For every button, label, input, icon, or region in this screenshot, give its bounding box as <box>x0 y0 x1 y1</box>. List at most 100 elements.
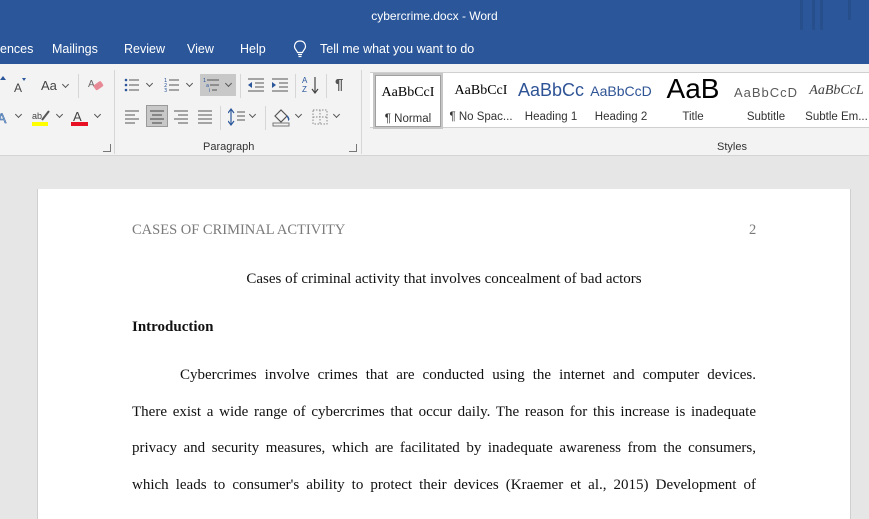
title-decoration <box>812 0 815 30</box>
divider <box>295 74 296 98</box>
align-right-icon[interactable] <box>173 110 189 124</box>
justify-icon[interactable] <box>197 110 213 124</box>
svg-text:A: A <box>0 110 7 126</box>
divider <box>265 106 266 130</box>
multilevel-list-button[interactable]: 1 a i <box>200 74 236 96</box>
chevron-down-icon[interactable] <box>55 110 64 119</box>
title-decoration <box>820 0 823 30</box>
document-canvas: CASES OF CRIMINAL ACTIVITY 2 Cases of cr… <box>0 157 869 519</box>
align-center-icon <box>150 110 164 124</box>
chevron-down-icon <box>224 79 233 88</box>
style-sample: AaBbCc <box>518 80 584 100</box>
svg-text:A: A <box>302 76 308 85</box>
running-head: CASES OF CRIMINAL ACTIVITY <box>132 222 346 238</box>
tab-view[interactable]: View <box>187 42 214 56</box>
divider <box>220 106 221 130</box>
svg-text:3: 3 <box>164 88 167 93</box>
document-page[interactable]: CASES OF CRIMINAL ACTIVITY 2 Cases of cr… <box>37 189 851 519</box>
font-size-down-icon[interactable]: A <box>12 76 28 94</box>
svg-text:ab: ab <box>32 111 42 121</box>
style-sample: AaBbCcI <box>381 85 435 100</box>
document-title: Cases of criminal activity that involves… <box>246 271 642 287</box>
ribbon-tabs: ences Mailings Review View Help Tell me … <box>0 34 869 64</box>
window-title: cybercrime.docx - Word <box>371 9 498 23</box>
show-hide-icon[interactable]: ¶ <box>335 76 343 93</box>
style-name: ¶ No Spac... <box>449 111 513 123</box>
style-subtle-emphasis[interactable]: AaBbCcL Subtle Em... <box>804 73 869 129</box>
sort-icon[interactable]: A Z <box>302 75 320 95</box>
style-sample: AaBbCcL <box>809 83 864 98</box>
chevron-down-icon[interactable] <box>248 110 257 119</box>
tell-me-search[interactable]: Tell me what you want to do <box>320 42 474 56</box>
tab-review[interactable]: Review <box>124 42 165 56</box>
chevron-down-icon[interactable] <box>145 79 154 88</box>
chevron-down-icon[interactable] <box>185 79 194 88</box>
style-title[interactable]: AaB Title <box>660 73 726 129</box>
divider <box>326 74 327 98</box>
styles-group-label: Styles <box>717 141 747 153</box>
svg-text:A: A <box>73 109 82 124</box>
style-no-spacing[interactable]: AaBbCcI ¶ No Spac... <box>446 73 516 129</box>
style-sample: AaBbCcI <box>454 83 508 98</box>
align-center-button[interactable] <box>146 105 168 127</box>
chevron-down-icon[interactable] <box>332 110 341 119</box>
body-line: which leads to consumer's ability to pro… <box>132 477 756 493</box>
style-name: Subtle Em... <box>805 111 868 123</box>
title-decoration <box>800 0 803 30</box>
style-name: ¶ Normal <box>384 113 432 125</box>
svg-text:Z: Z <box>302 85 307 94</box>
style-sample: AaBbCcD <box>733 85 799 100</box>
divider <box>78 74 79 98</box>
chevron-down-icon[interactable] <box>93 110 102 119</box>
body-line: There exist a wide range of cybercrimes … <box>132 404 756 420</box>
body-line: Cybercrimes involve crimes that are cond… <box>180 367 756 383</box>
style-heading-1[interactable]: AaBbCc Heading 1 <box>518 73 584 129</box>
styles-gallery: AaBbCcI ¶ Normal AaBbCcI ¶ No Spac... Aa… <box>370 72 869 129</box>
numbering-icon[interactable]: 1 2 3 <box>164 77 180 93</box>
paragraph-dialog-launcher-icon[interactable] <box>349 144 357 152</box>
increase-indent-icon[interactable] <box>271 77 289 93</box>
body-line: privacy and security measures, which are… <box>132 440 756 456</box>
line-spacing-icon[interactable] <box>228 108 246 126</box>
bullets-icon[interactable] <box>124 77 140 93</box>
shading-icon[interactable] <box>272 107 292 127</box>
font-dialog-launcher-icon[interactable] <box>103 144 111 152</box>
svg-text:i: i <box>209 88 210 93</box>
text-effects-icon[interactable]: A <box>0 108 12 126</box>
style-name: Subtitle <box>746 111 786 123</box>
title-decoration <box>848 0 851 20</box>
decrease-indent-icon[interactable] <box>247 77 265 93</box>
paragraph-group-label: Paragraph <box>203 141 255 153</box>
style-subtitle[interactable]: AaBbCcD Subtitle <box>732 73 800 129</box>
font-color-icon[interactable]: A <box>71 108 89 128</box>
highlight-color-icon[interactable]: ab <box>32 108 52 128</box>
align-left-icon[interactable] <box>124 110 140 124</box>
chevron-down-icon[interactable] <box>294 110 303 119</box>
section-heading: Introduction <box>132 319 214 335</box>
chevron-down-icon[interactable] <box>61 80 70 89</box>
ribbon: A Aa A A ab A 1 2 3 1 a i A Z ¶ Paragrap… <box>0 64 869 156</box>
style-sample: AaB <box>666 73 720 104</box>
clear-formatting-icon[interactable]: A <box>87 76 105 94</box>
tab-help[interactable]: Help <box>240 42 266 56</box>
font-size-up-icon[interactable] <box>0 76 8 92</box>
style-name: Title <box>682 111 704 123</box>
borders-icon[interactable] <box>312 109 328 125</box>
page-number: 2 <box>749 222 757 238</box>
style-normal[interactable]: AaBbCcI ¶ Normal <box>373 73 443 129</box>
svg-text:A: A <box>88 79 95 90</box>
multilevel-list-icon: 1 a i <box>203 78 219 93</box>
chevron-down-icon[interactable] <box>14 110 23 119</box>
divider <box>240 74 241 98</box>
svg-text:A: A <box>14 81 22 94</box>
style-name: Heading 1 <box>524 111 578 123</box>
lightbulb-icon <box>293 40 307 58</box>
tab-references[interactable]: ences <box>0 42 33 56</box>
style-name: Heading 2 <box>594 111 648 123</box>
style-sample: AaBbCcD <box>590 83 652 99</box>
style-heading-2[interactable]: AaBbCcD Heading 2 <box>588 73 654 129</box>
change-case-icon[interactable]: Aa <box>41 78 57 93</box>
tab-mailings[interactable]: Mailings <box>52 42 98 56</box>
group-divider <box>361 70 362 154</box>
group-divider <box>114 70 115 154</box>
